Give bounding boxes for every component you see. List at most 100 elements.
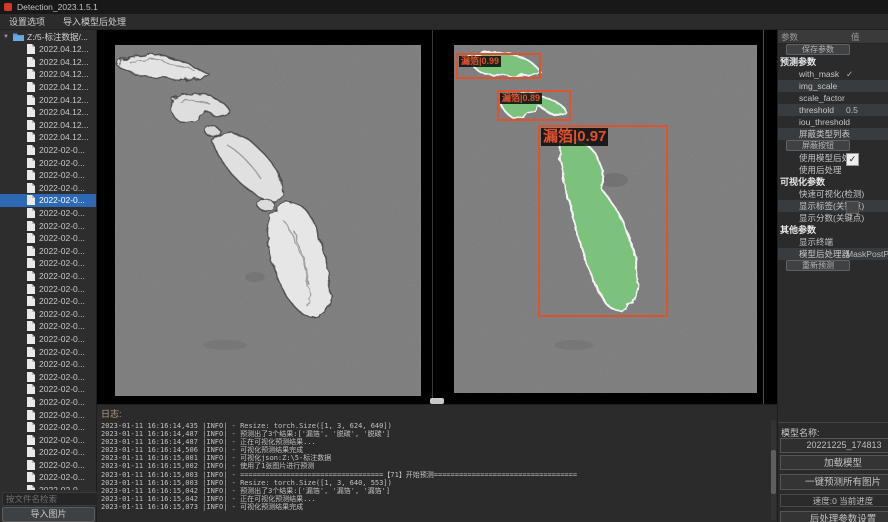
param-row[interactable]: 显示终端 <box>778 236 888 248</box>
param-row[interactable]: 屏蔽类型列表 <box>778 128 888 140</box>
tree-item[interactable]: 2022-02-0... <box>0 421 96 434</box>
tree-item[interactable]: 2022-02-0... <box>0 156 96 169</box>
tree-item[interactable]: 2022-02-0... <box>0 245 96 258</box>
param-row[interactable]: iou_threshold <box>778 116 888 128</box>
tree-item[interactable]: 2022.04.12... <box>0 56 96 69</box>
chevron-down-icon[interactable]: ▼ <box>3 34 10 40</box>
tree-item[interactable]: 2022-02-0... <box>0 446 96 459</box>
param-name: threshold <box>799 104 834 116</box>
source-image-panel[interactable] <box>115 45 421 396</box>
tree-item[interactable]: 2022-02-0... <box>0 232 96 245</box>
log-line: 2023-01-11 16:16:14,487 |INFO| - 预测出了3个结… <box>101 430 777 438</box>
tree-item[interactable]: 2022-02-0... <box>0 144 96 157</box>
tree-item[interactable]: 2022-02-0 <box>0 484 96 490</box>
param-value[interactable]: 0.5 <box>846 104 858 116</box>
param-row[interactable]: 使用模型后处理 ✓ <box>778 152 888 164</box>
file-icon <box>27 485 35 490</box>
load-model-button[interactable]: 加载模型 <box>780 455 888 470</box>
log-scrollbar-thumb[interactable] <box>771 450 776 494</box>
param-row[interactable]: 模型后处理器 MaskPostProcess <box>778 248 888 260</box>
tree-item[interactable]: 2022-02-0... <box>0 219 96 232</box>
param-value[interactable]: MaskPostProcess <box>846 248 888 260</box>
tree-item[interactable]: 2022-02-0... <box>0 358 96 371</box>
tree-item[interactable]: 2022.04.12... <box>0 93 96 106</box>
tree-item[interactable]: 2022-02-0... <box>0 182 96 195</box>
tree-item[interactable]: 2022.04.12... <box>0 106 96 119</box>
param-name: scale_factor <box>799 92 845 104</box>
file-icon <box>27 284 35 294</box>
model-name-field[interactable]: 20221225_174813 <box>780 438 888 453</box>
file-icon <box>27 145 35 155</box>
tree-item[interactable]: 2022-02-0... <box>0 257 96 270</box>
log-line: 2023-01-11 16:16:15,042 |INFO| - 正在可视化预测… <box>101 495 777 503</box>
parameters-header: 参数 值 <box>778 30 888 44</box>
tree-item[interactable]: 2022.04.12... <box>0 81 96 94</box>
tree-item[interactable]: 2022.04.12... <box>0 43 96 56</box>
image-viewer: 漏箔|0.99漏箔|0.89漏箔|0.97 <box>97 30 777 404</box>
param-row[interactable]: with_mask ✓ <box>778 68 888 80</box>
param-row[interactable]: 显示分数(关键点) <box>778 212 888 224</box>
tree-item[interactable]: 2022-02-0... <box>0 333 96 346</box>
tree-item[interactable]: 2022-02-0... <box>0 459 96 472</box>
tree-item[interactable]: 2022-02-0... <box>0 207 96 220</box>
param-name: with_mask <box>799 68 839 80</box>
param-row[interactable]: 快速可视化(检测) <box>778 188 888 200</box>
tree-item-label: 2022-02-0... <box>39 384 85 394</box>
tree-item[interactable]: 2022.04.12... <box>0 131 96 144</box>
log-scrollbar[interactable] <box>771 420 776 520</box>
search-input[interactable] <box>2 492 101 506</box>
prediction-image-panel[interactable]: 漏箔|0.99漏箔|0.89漏箔|0.97 <box>454 45 757 393</box>
tree-item[interactable]: 2022-02-0... <box>0 433 96 446</box>
param-row[interactable]: scale_factor <box>778 92 888 104</box>
tree-item-label: 2022.04.12... <box>39 132 89 142</box>
tree-item-label: 2022-02-0... <box>39 183 85 193</box>
param-button[interactable]: 屏蔽按钮 <box>786 140 850 151</box>
tree-item[interactable]: 2022.04.12... <box>0 68 96 81</box>
file-icon <box>27 447 35 457</box>
import-images-button[interactable]: 导入图片 <box>2 507 95 522</box>
file-icon <box>27 120 35 130</box>
tree-item[interactable]: 2022-02-0... <box>0 370 96 383</box>
file-tree[interactable]: ▼ Z:/5-标注数据/... 2022.04.12... <box>0 30 96 490</box>
file-icon <box>27 132 35 142</box>
tree-item[interactable]: 2022-02-0... <box>0 383 96 396</box>
tree-item[interactable]: 2022-02-0... <box>0 408 96 421</box>
param-row[interactable]: 使用后处理 <box>778 164 888 176</box>
param-section-label: 可视化参数 <box>780 176 825 188</box>
tree-item[interactable]: 2022-02-0... <box>0 194 96 207</box>
param-row[interactable]: 显示标签(关键点) <box>778 200 888 212</box>
tree-item[interactable]: 2022-02-0... <box>0 307 96 320</box>
detections-layer: 漏箔|0.99漏箔|0.89漏箔|0.97 <box>454 45 757 393</box>
tree-item[interactable]: 2022-02-0... <box>0 320 96 333</box>
tree-item[interactable]: 2022-02-0... <box>0 396 96 409</box>
predict-all-button[interactable]: 一键预测所有图片 <box>780 474 888 490</box>
menu-item[interactable]: 导入模型后处理 <box>54 14 135 30</box>
tree-item[interactable]: 2022-02-0... <box>0 282 96 295</box>
param-value[interactable]: ✓ <box>846 68 853 80</box>
tree-item[interactable]: 2022-02-0... <box>0 345 96 358</box>
param-row[interactable]: img_scale <box>778 80 888 92</box>
tree-item-label: 2022-02-0... <box>39 435 85 445</box>
param-row[interactable]: threshold 0.5 <box>778 104 888 116</box>
speed-status: 速度:0 当前进度 <box>780 494 888 507</box>
param-name: img_scale <box>799 80 837 92</box>
param-button[interactable]: 保存参数 <box>786 44 850 55</box>
tree-item[interactable]: 2022-02-0... <box>0 295 96 308</box>
menu-item[interactable]: 设置选项 <box>0 14 54 30</box>
param-name: iou_threshold <box>799 116 850 128</box>
param-button[interactable]: 重新预测 <box>786 260 850 271</box>
app-icon <box>4 3 12 11</box>
file-icon <box>27 258 35 268</box>
log-area[interactable]: 日志: 2023-01-11 16:16:14,435 |INFO| - Res… <box>97 404 777 522</box>
postprocess-settings-button[interactable]: 后处理参数设置 <box>780 511 888 522</box>
tree-root-item[interactable]: ▼ Z:/5-标注数据/... <box>0 30 96 43</box>
tree-item[interactable]: 2022-02-0... <box>0 270 96 283</box>
tree-item[interactable]: 2022.04.12... <box>0 119 96 132</box>
tree-item-label: 2022.04.12... <box>39 95 89 105</box>
param-name: 显示终端 <box>799 236 833 248</box>
tree-item[interactable]: 2022-02-0... <box>0 169 96 182</box>
tree-item[interactable]: 2022-02-0... <box>0 471 96 484</box>
file-icon <box>27 107 35 117</box>
file-icon <box>27 221 35 231</box>
tree-root-label: Z:/5-标注数据/... <box>27 31 88 43</box>
